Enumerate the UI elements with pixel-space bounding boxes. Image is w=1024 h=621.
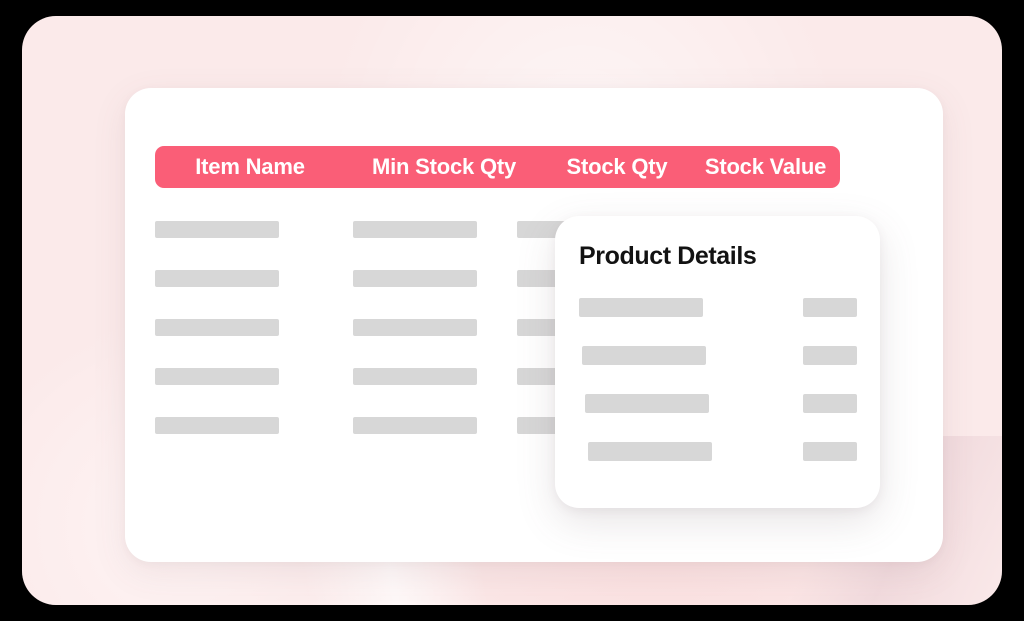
product-details-card[interactable]: Product Details	[555, 216, 880, 508]
app-stage: Item Name Min Stock Qty Stock Qty Stock …	[22, 16, 1002, 605]
cell-placeholder	[353, 270, 477, 287]
column-header-stock-qty[interactable]: Stock Qty	[543, 154, 691, 180]
detail-label-placeholder	[588, 442, 712, 461]
detail-value-placeholder	[803, 298, 857, 317]
product-details-skeleton	[555, 298, 880, 488]
cell-placeholder	[155, 319, 279, 336]
cell-placeholder	[155, 417, 279, 434]
detail-row	[555, 442, 880, 461]
cell-placeholder	[353, 319, 477, 336]
detail-value-placeholder	[803, 394, 857, 413]
column-header-item-name[interactable]: Item Name	[155, 154, 345, 180]
cell-placeholder	[353, 221, 477, 238]
cell-placeholder	[155, 221, 279, 238]
stock-table-header-row: Item Name Min Stock Qty Stock Qty Stock …	[155, 146, 840, 188]
cell-placeholder	[353, 368, 477, 385]
detail-row	[555, 394, 880, 413]
device-bezel: Item Name Min Stock Qty Stock Qty Stock …	[0, 0, 1024, 621]
cell-placeholder	[155, 368, 279, 385]
product-details-title: Product Details	[579, 242, 757, 270]
detail-row	[555, 298, 880, 317]
detail-label-placeholder	[579, 298, 703, 317]
detail-label-placeholder	[582, 346, 706, 365]
detail-value-placeholder	[803, 442, 857, 461]
column-header-stock-value[interactable]: Stock Value	[691, 154, 840, 180]
cell-placeholder	[155, 270, 279, 287]
detail-label-placeholder	[585, 394, 709, 413]
inventory-panel: Item Name Min Stock Qty Stock Qty Stock …	[125, 88, 943, 562]
detail-value-placeholder	[803, 346, 857, 365]
cell-placeholder	[353, 417, 477, 434]
column-header-min-stock-qty[interactable]: Min Stock Qty	[345, 154, 543, 180]
detail-row	[555, 346, 880, 365]
